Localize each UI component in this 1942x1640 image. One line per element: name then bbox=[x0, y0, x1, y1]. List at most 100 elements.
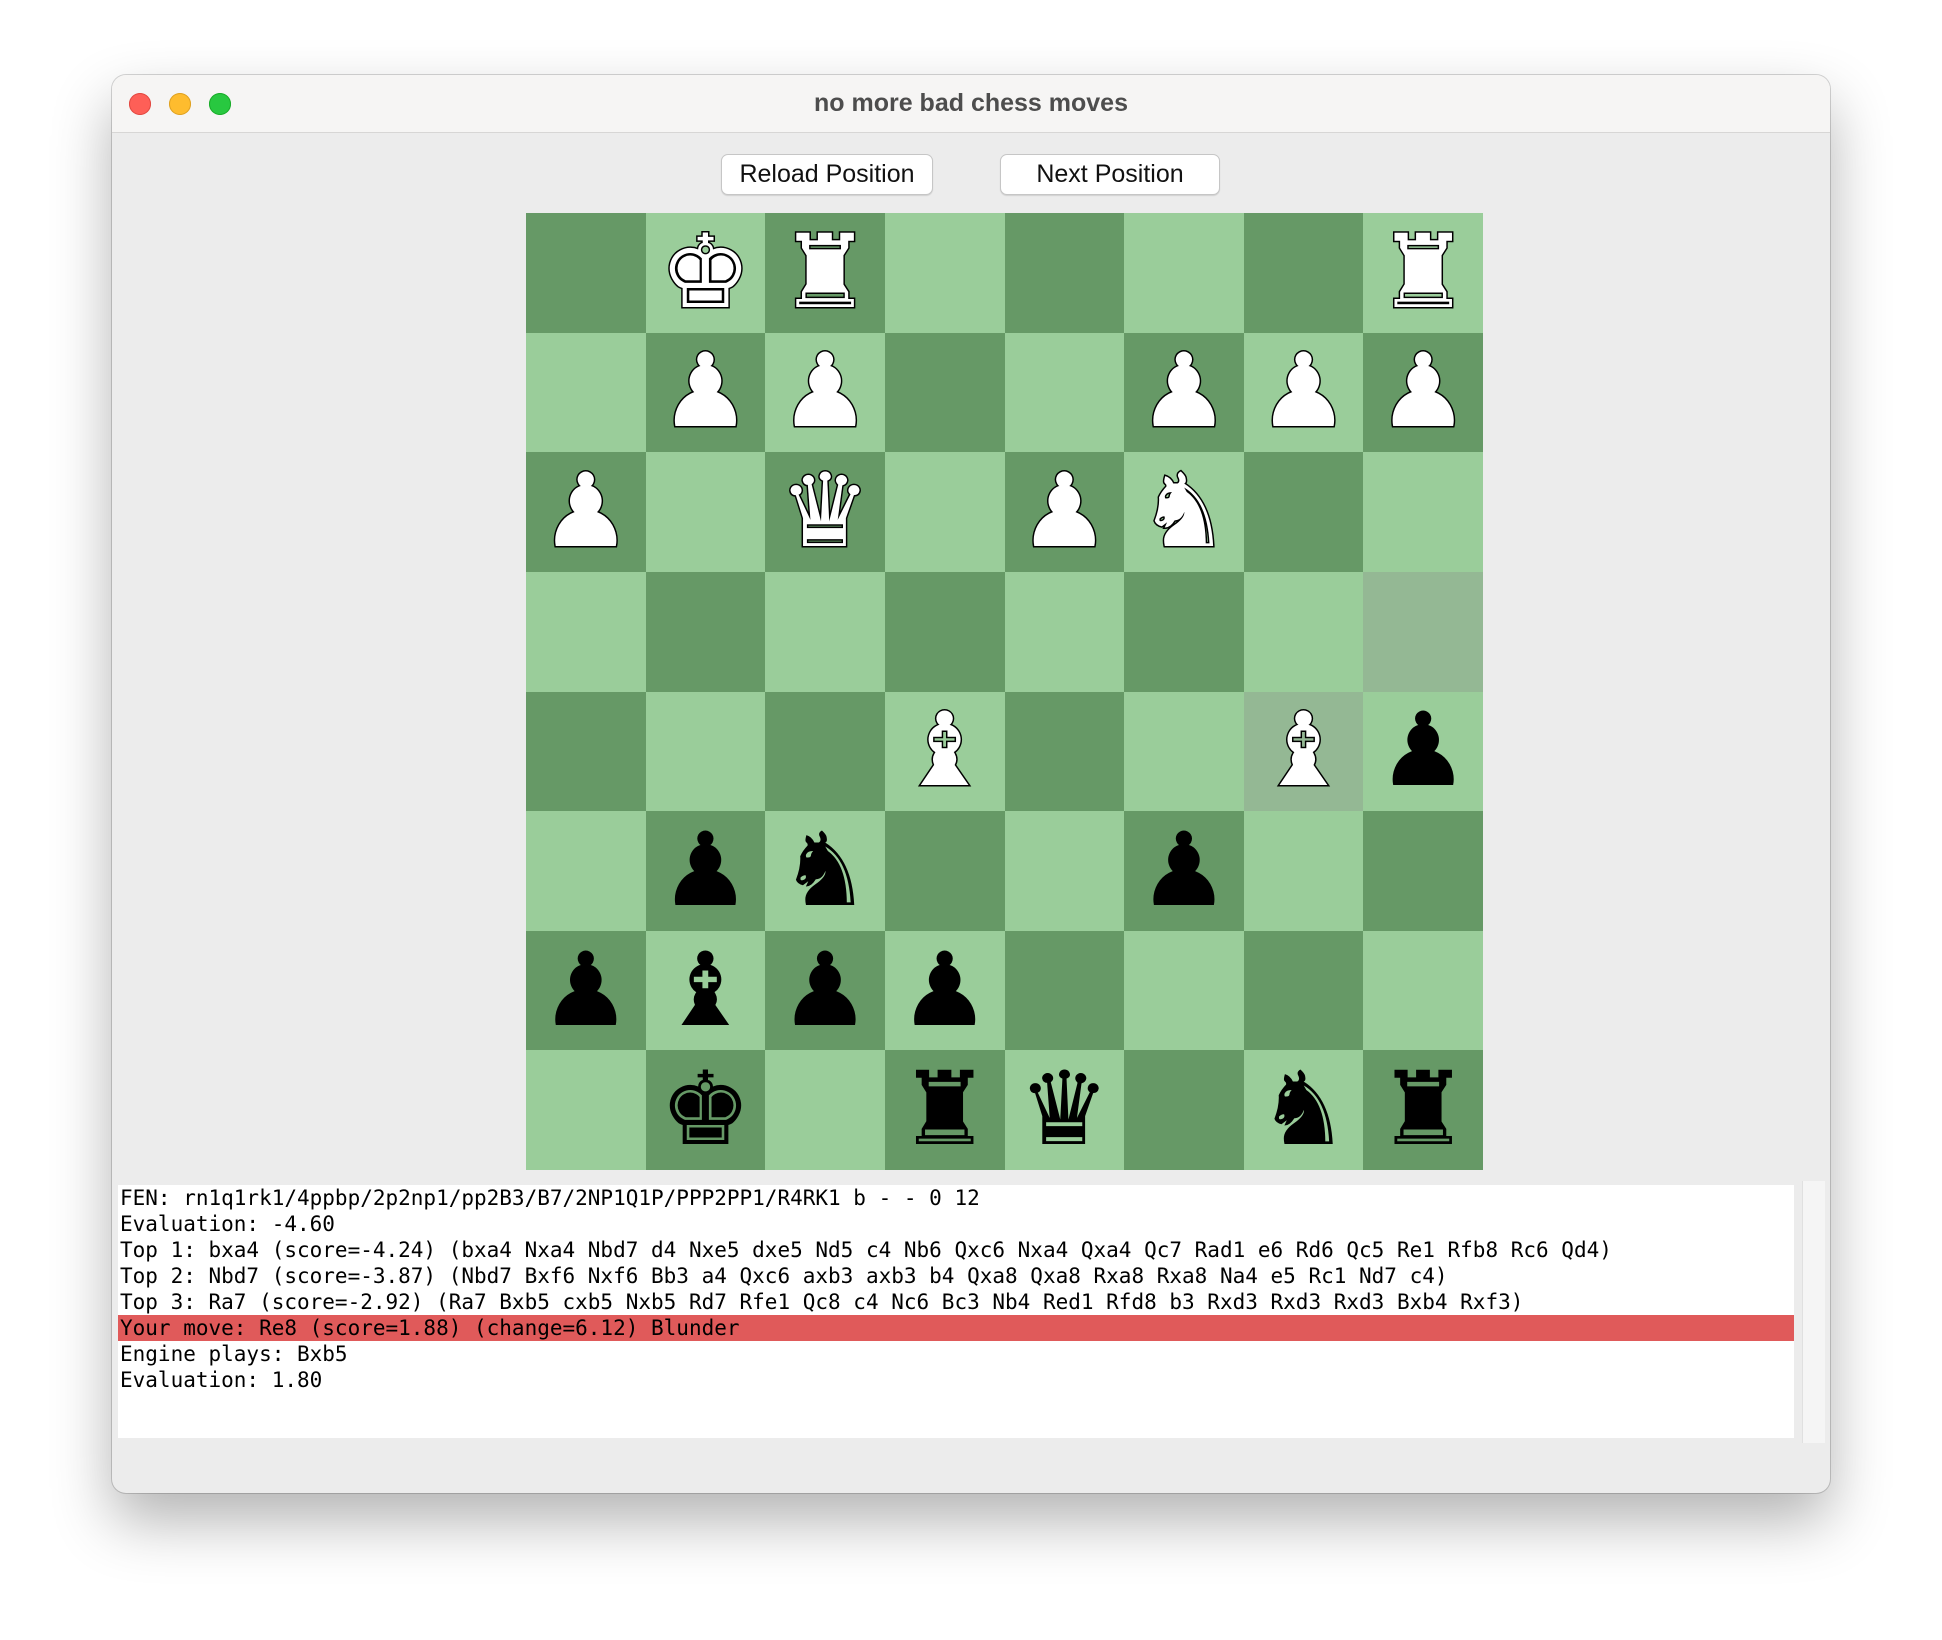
board-square[interactable]: ♝ bbox=[645, 930, 766, 1051]
board-square[interactable] bbox=[884, 213, 1005, 333]
board-square[interactable] bbox=[1363, 930, 1483, 1051]
board-square[interactable] bbox=[526, 811, 646, 931]
board-square[interactable]: ♟ bbox=[1124, 811, 1244, 931]
black-queen-icon[interactable]: ♛ bbox=[1019, 1059, 1110, 1161]
white-pawn-icon[interactable]: ♟ bbox=[1376, 339, 1470, 444]
black-pawn-icon[interactable]: ♟ bbox=[779, 939, 870, 1042]
final-evaluation-line: Evaluation: 1.80 bbox=[120, 1368, 323, 1392]
board-square[interactable] bbox=[1124, 213, 1244, 333]
board-square[interactable]: ♟ bbox=[1004, 452, 1125, 572]
board-square[interactable] bbox=[1363, 571, 1483, 692]
board-square[interactable]: ♝ bbox=[1243, 691, 1364, 812]
board-square[interactable] bbox=[1004, 213, 1125, 333]
board-square[interactable]: ♟ bbox=[1363, 332, 1483, 453]
black-rook-icon[interactable]: ♜ bbox=[899, 1059, 990, 1161]
white-rook-icon[interactable]: ♜ bbox=[1376, 220, 1470, 325]
board-square[interactable] bbox=[1124, 1050, 1244, 1170]
board-square[interactable]: ♜ bbox=[765, 213, 885, 333]
white-pawn-icon[interactable]: ♟ bbox=[778, 339, 872, 444]
your-move-line: Your move: Re8 (score=1.88) (change=6.12… bbox=[118, 1315, 1794, 1341]
white-pawn-icon[interactable]: ♟ bbox=[1256, 339, 1350, 444]
board-square[interactable]: ♜ bbox=[1363, 213, 1483, 333]
board-square[interactable] bbox=[1124, 691, 1244, 812]
board-square[interactable] bbox=[884, 332, 1005, 453]
analysis-output: FEN: rn1q1rk1/4ppbp/2p2np1/pp2B3/B7/2NP1… bbox=[118, 1185, 1794, 1438]
next-position-button[interactable]: Next Position bbox=[1000, 154, 1220, 195]
board-square[interactable] bbox=[1243, 571, 1364, 692]
black-pawn-icon[interactable]: ♟ bbox=[899, 939, 990, 1042]
board-square[interactable] bbox=[1004, 691, 1125, 812]
board-square[interactable] bbox=[765, 691, 885, 812]
board-square[interactable]: ♝ bbox=[884, 691, 1005, 812]
board-square[interactable]: ♟ bbox=[526, 930, 646, 1051]
white-bishop-icon[interactable]: ♝ bbox=[1256, 698, 1350, 803]
white-bishop-icon[interactable]: ♝ bbox=[897, 698, 991, 803]
board-square[interactable] bbox=[1243, 452, 1364, 572]
board-square[interactable] bbox=[526, 691, 646, 812]
board-square[interactable]: ♟ bbox=[1243, 332, 1364, 453]
black-knight-icon[interactable]: ♞ bbox=[1258, 1059, 1349, 1161]
board-square[interactable]: ♟ bbox=[884, 930, 1005, 1051]
reload-position-button[interactable]: Reload Position bbox=[721, 154, 933, 195]
board-square[interactable]: ♚ bbox=[645, 1050, 766, 1170]
board-square[interactable]: ♟ bbox=[765, 332, 885, 453]
board-square[interactable] bbox=[884, 452, 1005, 572]
board-square[interactable]: ♛ bbox=[765, 452, 885, 572]
board-square[interactable] bbox=[526, 213, 646, 333]
board-square[interactable]: ♟ bbox=[1124, 332, 1244, 453]
board-square[interactable] bbox=[526, 571, 646, 692]
white-queen-icon[interactable]: ♛ bbox=[778, 459, 872, 564]
board-square[interactable]: ♟ bbox=[645, 811, 766, 931]
board-square[interactable] bbox=[526, 1050, 646, 1170]
board-square[interactable] bbox=[1363, 452, 1483, 572]
black-knight-icon[interactable]: ♞ bbox=[779, 819, 870, 922]
board-square[interactable] bbox=[645, 571, 766, 692]
white-pawn-icon[interactable]: ♟ bbox=[658, 339, 752, 444]
chess-board[interactable]: ♚ ♜ ♜ ♟ ♟ ♟ ♟ ♟ ♟ ♛ ♟ ♞ ♝ ♝ ♟ ♟ ♞ ♟ ♟ ♝ ♟ ♟ ♚ ♜ ♛ ♞ ♜ bbox=[526, 213, 1483, 1170]
board-square[interactable] bbox=[1243, 811, 1364, 931]
board-square[interactable] bbox=[645, 691, 766, 812]
board-square[interactable] bbox=[1243, 930, 1364, 1051]
white-rook-icon[interactable]: ♜ bbox=[778, 220, 872, 325]
board-square[interactable]: ♟ bbox=[1363, 691, 1483, 812]
board-square[interactable] bbox=[1004, 811, 1125, 931]
white-knight-icon[interactable]: ♞ bbox=[1137, 459, 1231, 564]
analysis-scrollbar[interactable] bbox=[1802, 1181, 1825, 1443]
white-pawn-icon[interactable]: ♟ bbox=[539, 459, 633, 564]
black-pawn-icon[interactable]: ♟ bbox=[1377, 700, 1468, 802]
board-square[interactable] bbox=[1004, 332, 1125, 453]
board-square[interactable] bbox=[765, 1050, 885, 1170]
black-rook-icon[interactable]: ♜ bbox=[1377, 1059, 1468, 1161]
board-square[interactable]: ♟ bbox=[526, 452, 646, 572]
black-pawn-icon[interactable]: ♟ bbox=[660, 819, 751, 922]
black-bishop-icon[interactable]: ♝ bbox=[660, 939, 751, 1042]
white-king-icon[interactable]: ♚ bbox=[658, 220, 752, 325]
board-square[interactable]: ♟ bbox=[765, 930, 885, 1051]
board-square[interactable] bbox=[1124, 571, 1244, 692]
evaluation-line: Evaluation: -4.60 bbox=[120, 1212, 335, 1236]
black-pawn-icon[interactable]: ♟ bbox=[540, 939, 631, 1042]
board-square[interactable] bbox=[1363, 811, 1483, 931]
board-square[interactable] bbox=[1243, 213, 1364, 333]
white-pawn-icon[interactable]: ♟ bbox=[1017, 459, 1111, 564]
board-square[interactable] bbox=[526, 332, 646, 453]
board-square[interactable]: ♞ bbox=[1124, 452, 1244, 572]
board-square[interactable] bbox=[765, 571, 885, 692]
board-square[interactable]: ♚ bbox=[645, 213, 766, 333]
board-square[interactable] bbox=[1124, 930, 1244, 1051]
board-square[interactable] bbox=[1004, 930, 1125, 1051]
board-square[interactable]: ♞ bbox=[765, 811, 885, 931]
board-square[interactable] bbox=[884, 571, 1005, 692]
board-square[interactable]: ♞ bbox=[1243, 1050, 1364, 1170]
white-pawn-icon[interactable]: ♟ bbox=[1137, 339, 1231, 444]
board-square[interactable]: ♟ bbox=[645, 332, 766, 453]
black-king-icon[interactable]: ♚ bbox=[660, 1059, 751, 1161]
board-square[interactable]: ♜ bbox=[884, 1050, 1005, 1170]
board-square[interactable] bbox=[884, 811, 1005, 931]
black-pawn-icon[interactable]: ♟ bbox=[1138, 819, 1229, 922]
board-square[interactable]: ♛ bbox=[1004, 1050, 1125, 1170]
board-square[interactable] bbox=[1004, 571, 1125, 692]
top-move-3-line: Top 3: Ra7 (score=-2.92) (Ra7 Bxb5 cxb5 … bbox=[120, 1290, 1524, 1314]
board-square[interactable]: ♜ bbox=[1363, 1050, 1483, 1170]
board-square[interactable] bbox=[645, 452, 766, 572]
